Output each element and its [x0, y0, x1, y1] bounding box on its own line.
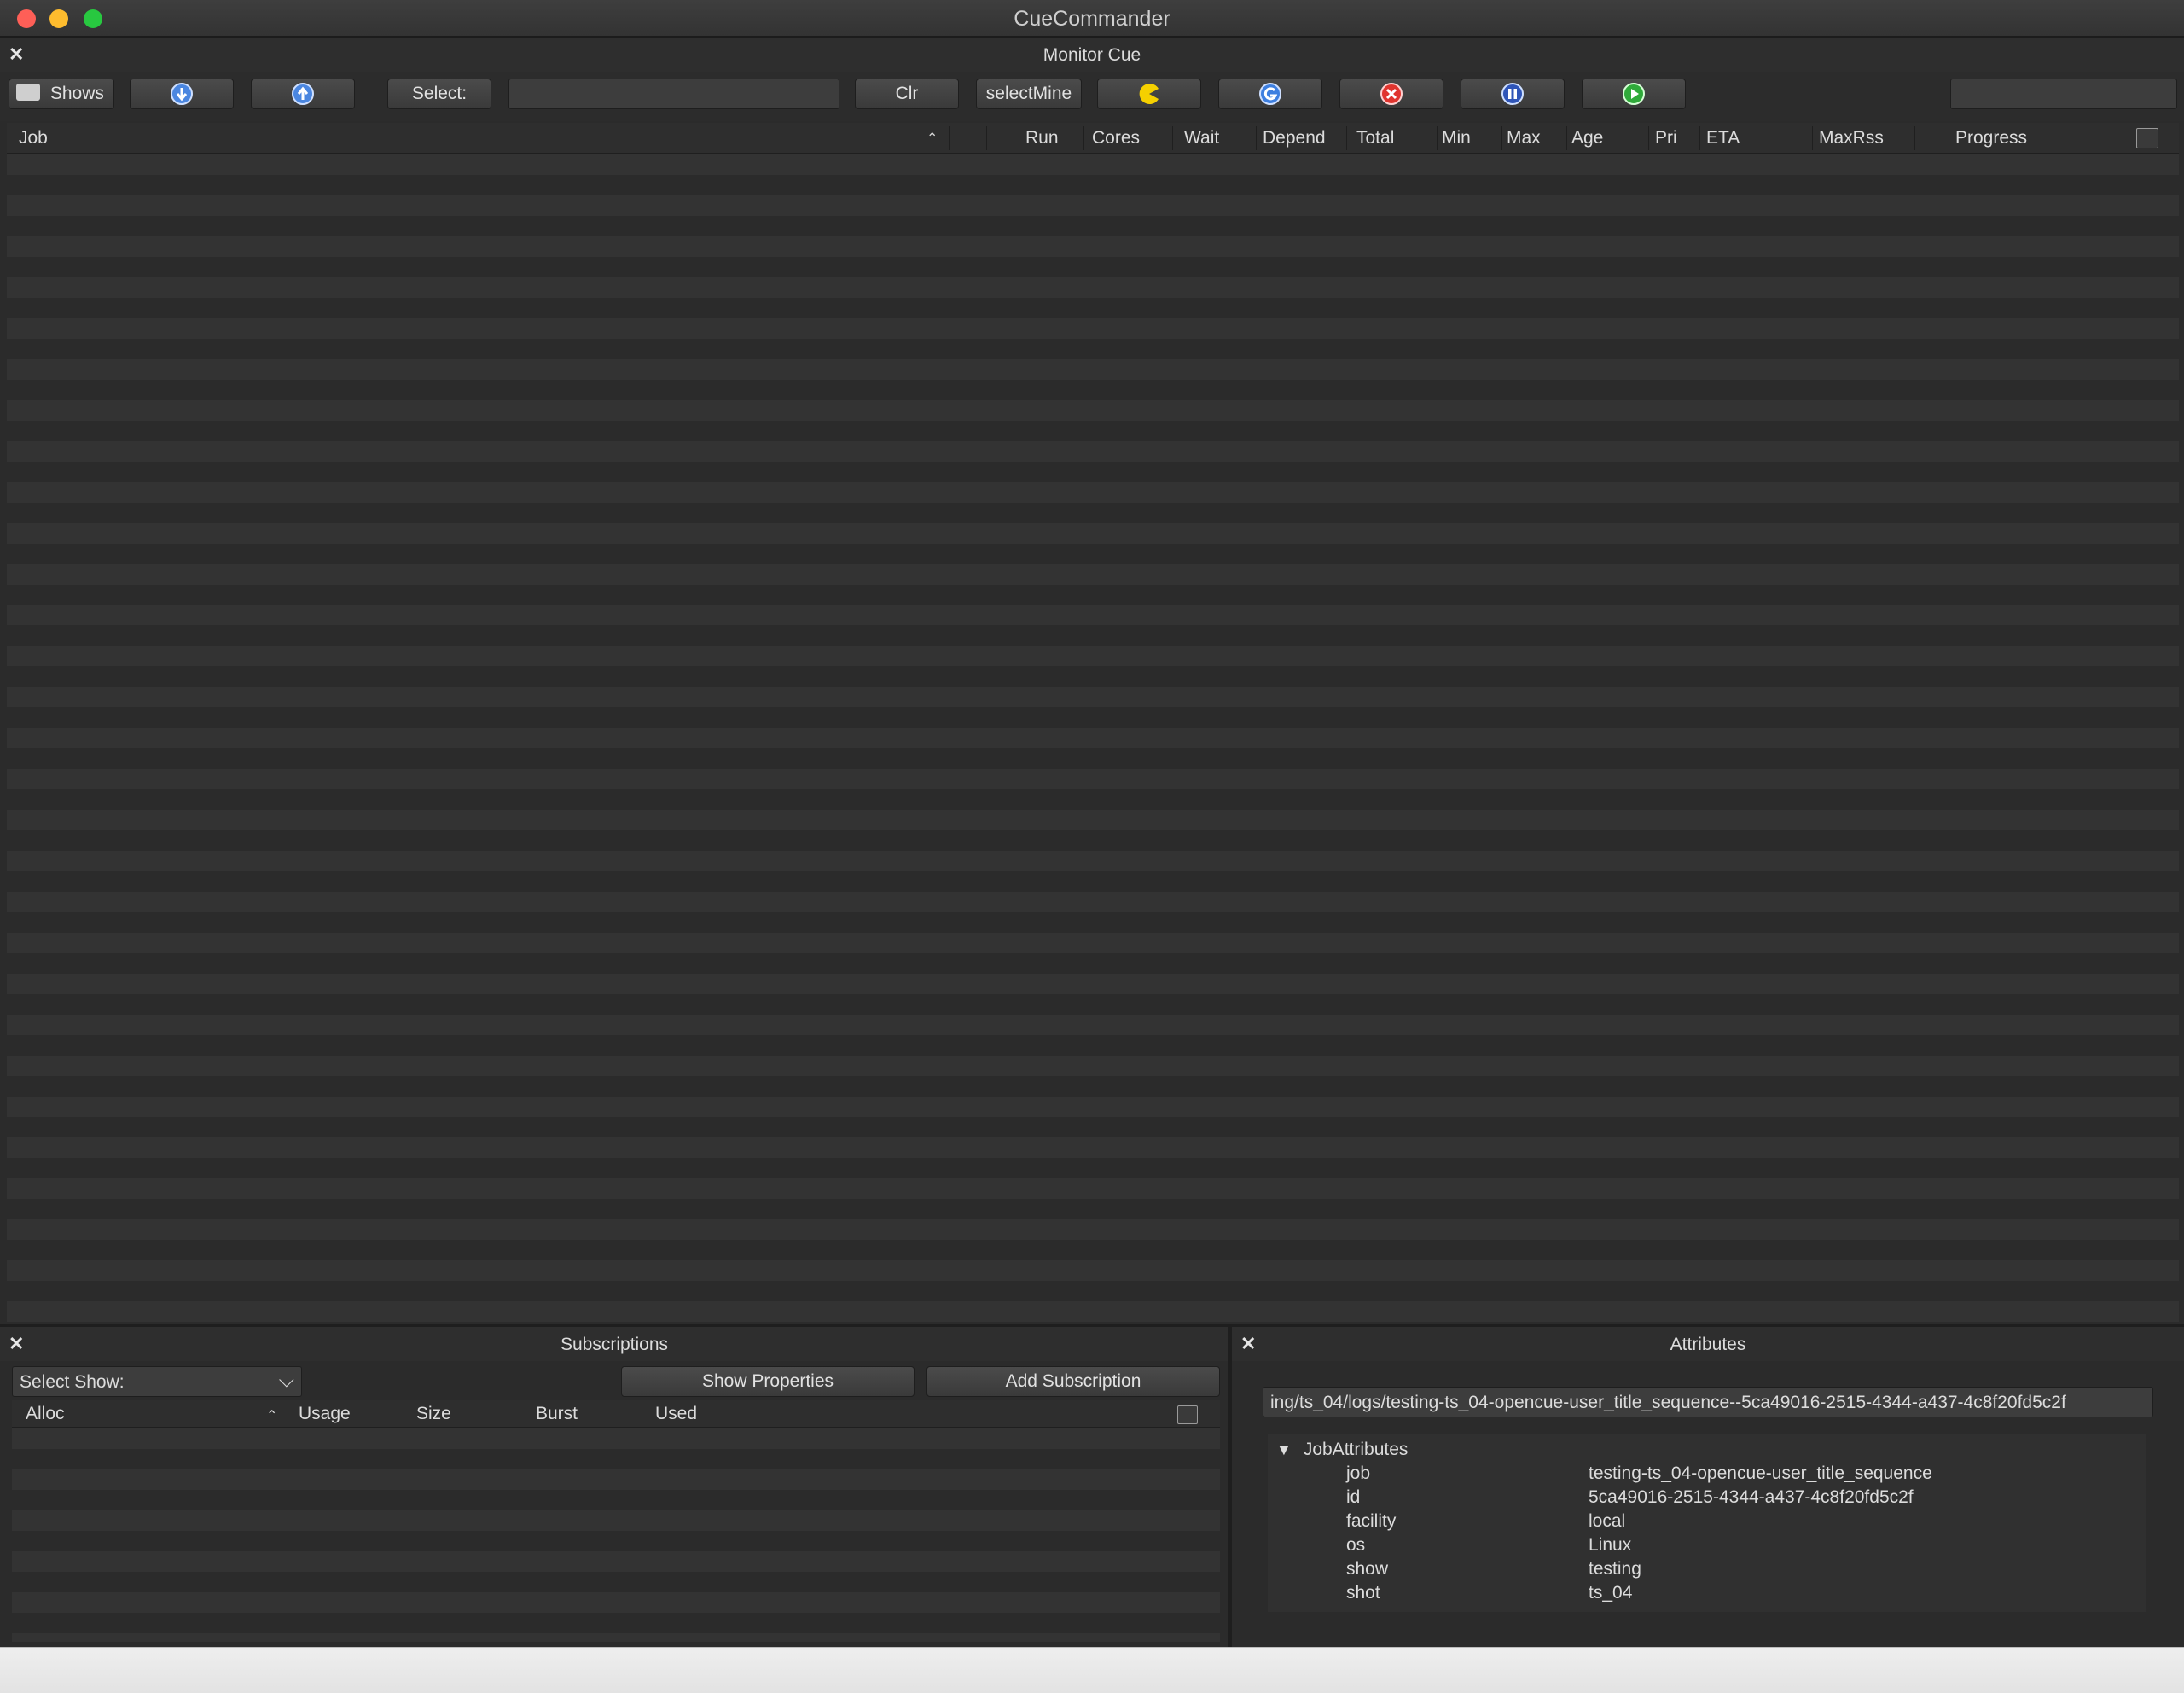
eat-dead-frames-button[interactable] — [1097, 79, 1201, 109]
column-eta[interactable]: ETA — [1706, 128, 1740, 148]
select-button[interactable]: Select: — [387, 79, 491, 109]
window-titlebar: CueCommander — [0, 0, 2184, 38]
subscriptions-title: Subscriptions — [560, 1335, 669, 1354]
column-pri[interactable]: Pri — [1655, 128, 1677, 148]
arrow-down-circle-icon — [171, 83, 193, 105]
filter-input[interactable] — [1950, 79, 2177, 109]
select-show-label: Select Show: — [20, 1372, 125, 1392]
job-table-header: Job ⌃ Run Cores Wait Depend Total Min Ma… — [7, 123, 2179, 154]
column-used[interactable]: Used — [655, 1404, 697, 1424]
monitor-cue-header: ✕ Monitor Cue — [0, 38, 2184, 72]
clear-button[interactable]: Clr — [855, 79, 959, 109]
window-title: CueCommander — [1014, 7, 1170, 31]
sort-ascending-icon: ⌃ — [266, 1409, 278, 1423]
column-progress[interactable]: Progress — [1955, 128, 2027, 148]
column-cores[interactable]: Cores — [1092, 128, 1140, 148]
retry-icon — [1259, 83, 1281, 105]
tree-group-label: JobAttributes — [1303, 1440, 1409, 1459]
monitor-cue-toolbar: Shows ⌄ Select: Clr selectMine — [0, 72, 2184, 131]
subscriptions-table-rows[interactable] — [12, 1428, 1220, 1642]
attr-key: shot — [1346, 1583, 1380, 1603]
attr-value: ts_04 — [1589, 1583, 1633, 1603]
column-depend[interactable]: Depend — [1263, 128, 1326, 148]
camera-icon — [16, 84, 40, 102]
kill-x-icon — [1380, 83, 1403, 105]
select-input[interactable] — [508, 79, 839, 109]
subscriptions-table-header: Alloc ⌃ Usage Size Burst Used — [12, 1400, 1220, 1428]
column-age[interactable]: Age — [1571, 128, 1603, 148]
column-min[interactable]: Min — [1442, 128, 1471, 148]
column-burst[interactable]: Burst — [536, 1404, 578, 1424]
collapse-all-button[interactable] — [251, 79, 355, 109]
attributes-panel: ✕ Attributes ing/ts_04/logs/testing-ts_0… — [1232, 1327, 2184, 1647]
cuecommander-window: CueCommander ✕ Monitor Cue Shows ⌄ Selec… — [0, 0, 2184, 1647]
attr-value: testing — [1589, 1559, 1641, 1579]
select-show-combo[interactable]: Select Show: ⌵ — [12, 1366, 302, 1397]
column-size[interactable]: Size — [416, 1404, 451, 1424]
attr-key: os — [1346, 1535, 1366, 1555]
column-max[interactable]: Max — [1507, 128, 1541, 148]
play-icon — [1623, 83, 1645, 105]
column-total[interactable]: Total — [1356, 128, 1394, 148]
column-chooser-icon[interactable] — [1177, 1405, 1198, 1424]
attr-key: id — [1346, 1487, 1361, 1507]
retry-dead-frames-button[interactable] — [1218, 79, 1322, 109]
column-chooser-icon[interactable] — [2136, 128, 2158, 148]
attr-key: facility — [1346, 1511, 1397, 1531]
chevron-down-icon: ⌵ — [278, 1369, 294, 1392]
attributes-title: Attributes — [1670, 1335, 1746, 1354]
attr-key: show — [1346, 1559, 1389, 1579]
subscriptions-panel: ✕ Subscriptions Select Show: ⌵ Show Prop… — [0, 1327, 1228, 1647]
pacman-icon — [1139, 84, 1159, 104]
select-mine-button[interactable]: selectMine — [976, 79, 1082, 109]
column-usage[interactable]: Usage — [299, 1404, 351, 1424]
triangle-down-icon: ▼ — [1276, 1441, 1292, 1458]
column-maxrss[interactable]: MaxRss — [1819, 128, 1884, 148]
attributes-header: ✕ Attributes — [1232, 1327, 2184, 1361]
pause-icon — [1502, 83, 1524, 105]
shows-label: Shows — [49, 84, 104, 103]
attr-value: Linux — [1589, 1535, 1632, 1555]
pause-job-button[interactable] — [1461, 79, 1565, 109]
attr-value: 5ca49016-2515-4344-a437-4c8f20fd5c2f — [1589, 1487, 1914, 1507]
job-table-rows[interactable] — [7, 154, 2179, 1324]
column-job[interactable]: Job — [19, 128, 48, 148]
kill-job-button[interactable] — [1339, 79, 1443, 109]
arrow-up-circle-icon — [292, 83, 314, 105]
column-alloc[interactable]: Alloc — [26, 1404, 65, 1424]
show-properties-button[interactable]: Show Properties — [621, 1366, 915, 1397]
shows-menu-button[interactable]: Shows ⌄ — [9, 79, 114, 131]
attr-value: testing-ts_04-opencue-user_title_sequenc… — [1589, 1463, 1932, 1483]
monitor-cue-title: Monitor Cue — [1043, 45, 1141, 65]
status-bar — [0, 1647, 2184, 1693]
attributes-tree: ▼ JobAttributes job testing-ts_04-opencue… — [1268, 1434, 2146, 1612]
attributes-path-field[interactable]: ing/ts_04/logs/testing-ts_04-opencue-use… — [1263, 1387, 2153, 1417]
attr-key: job — [1346, 1463, 1371, 1483]
column-run[interactable]: Run — [1025, 128, 1059, 148]
subscriptions-header: ✕ Subscriptions — [0, 1327, 1228, 1361]
expand-all-button[interactable] — [130, 79, 234, 109]
column-wait[interactable]: Wait — [1184, 128, 1219, 148]
unpause-job-button[interactable] — [1582, 79, 1686, 109]
sort-ascending-icon: ⌃ — [926, 131, 938, 146]
attr-value: local — [1589, 1511, 1626, 1531]
add-subscription-button[interactable]: Add Subscription — [926, 1366, 1220, 1397]
tree-group-jobattributes[interactable]: ▼ JobAttributes — [1276, 1440, 1408, 1460]
